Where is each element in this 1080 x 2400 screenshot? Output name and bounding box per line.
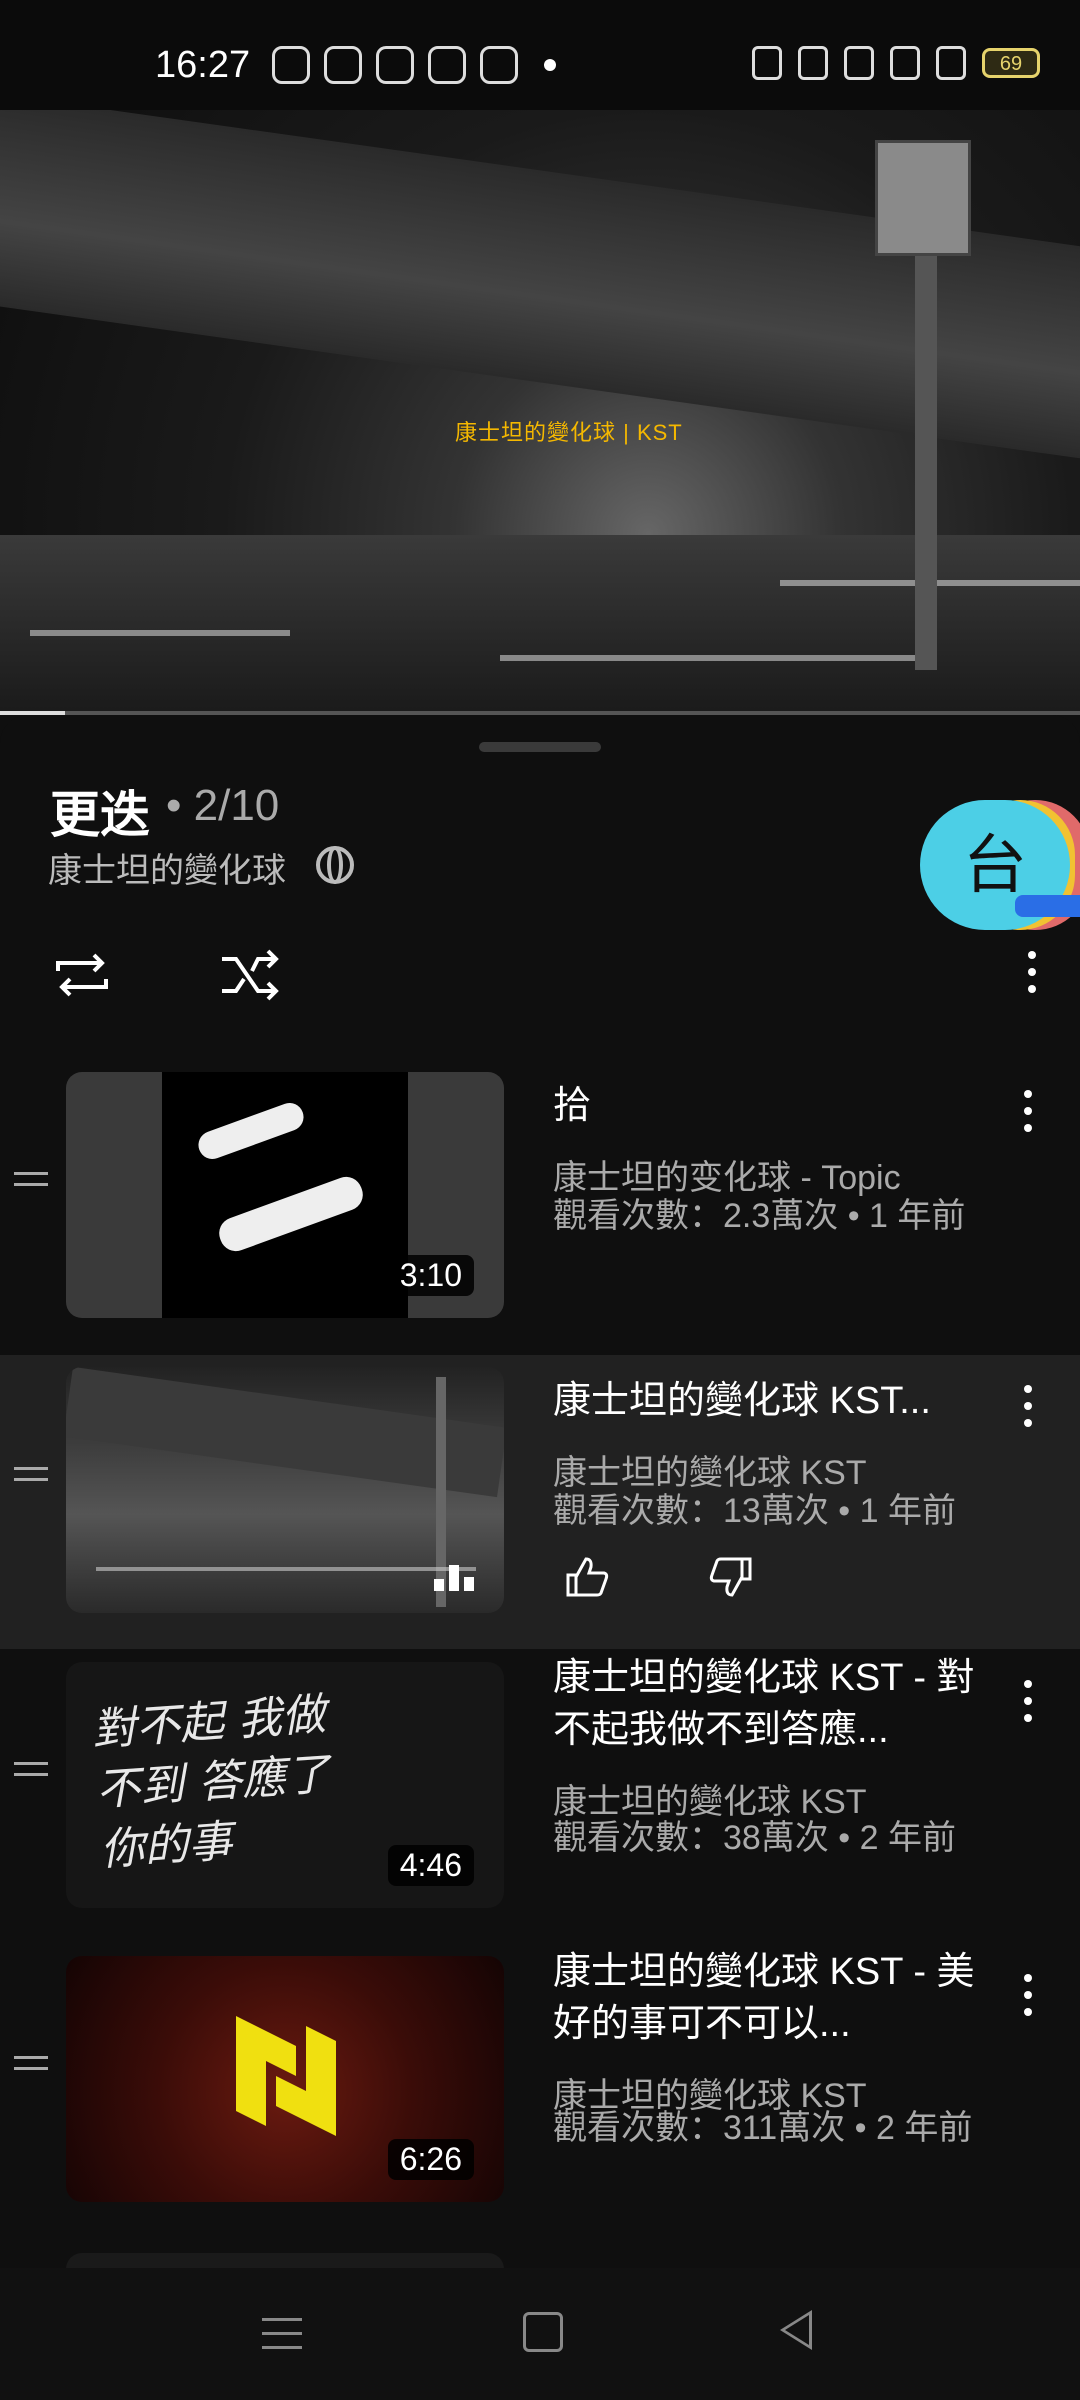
item-more-icon[interactable] bbox=[1020, 1385, 1036, 1435]
drag-handle-icon[interactable] bbox=[14, 2056, 48, 2078]
queue-item[interactable]: 3:10 拾 康士坦的变化球 - Topic 觀看次數：2.3萬次 • 1 年前 bbox=[0, 1060, 1080, 1354]
playlist-more-icon[interactable] bbox=[1024, 951, 1040, 1001]
drag-handle-icon[interactable] bbox=[14, 1467, 48, 1489]
nfc-icon bbox=[752, 46, 782, 80]
video-light-streak bbox=[30, 630, 290, 636]
video-meta: 觀看次數：13萬次 • 1 年前 bbox=[553, 1492, 956, 1530]
missed-call-icon bbox=[324, 46, 362, 84]
item-more-icon[interactable] bbox=[1020, 1680, 1036, 1730]
video-thumbnail[interactable]: 6:26 bbox=[66, 1956, 504, 2202]
status-bar: 16:27 69 bbox=[0, 0, 1080, 110]
thumbnail-handwriting: 對不起 我做不到 答應了你的事 bbox=[90, 1688, 332, 1876]
now-playing-equalizer-icon bbox=[434, 1563, 474, 1591]
video-light-streak bbox=[500, 655, 920, 661]
alarm-icon bbox=[798, 46, 828, 80]
recent-apps-icon[interactable] bbox=[262, 2318, 302, 2360]
queue-item[interactable]: 對不起 我做不到 答應了你的事 4:46 康士坦的變化球 KST - 對不起我做… bbox=[0, 1650, 1080, 1944]
item-more-icon[interactable] bbox=[1020, 1090, 1036, 1140]
thumbnail-streak bbox=[96, 1567, 476, 1571]
home-icon[interactable] bbox=[523, 2312, 563, 2352]
playlist-channel[interactable]: 康士坦的變化球 bbox=[48, 843, 286, 892]
signal-icon bbox=[936, 46, 966, 80]
queue-item-now-playing[interactable]: 康士坦的變化球 KST... 康士坦的變化球 KST 觀看次數：13萬次 • 1… bbox=[0, 1355, 1080, 1649]
repeat-icon[interactable] bbox=[50, 945, 114, 1005]
globe-icon bbox=[316, 846, 354, 884]
video-overlay-sign: 康士坦的變化球 | KST bbox=[455, 420, 683, 445]
clock: 16:27 bbox=[155, 44, 251, 86]
video-thumbnail[interactable] bbox=[66, 1367, 504, 1613]
playlist-position: • 2/10 bbox=[166, 781, 280, 830]
discord-icon bbox=[272, 46, 310, 84]
dislike-icon[interactable] bbox=[708, 1555, 754, 1599]
video-player[interactable]: 康士坦的變化球 | KST bbox=[0, 110, 1080, 715]
shuffle-icon[interactable] bbox=[218, 945, 284, 1005]
video-meta: 觀看次數：311萬次 • 2 年前 bbox=[553, 2109, 973, 2147]
video-title: 康士坦的變化球 KST... bbox=[553, 1380, 931, 1422]
mute-icon bbox=[844, 46, 874, 80]
video-scene-sign-board bbox=[875, 140, 971, 256]
duration-badge: 6:26 bbox=[387, 2139, 474, 2180]
video-thumbnail[interactable]: 3:10 bbox=[66, 1072, 504, 1318]
duration-badge: 4:46 bbox=[387, 1845, 474, 1886]
messenger-icon bbox=[480, 46, 518, 84]
playlist-panel: 更迭 • 2/10 康士坦的變化球 3:10 拾 康士坦的变化球 - Topic… bbox=[0, 715, 1080, 2285]
duration-badge: 3:10 bbox=[387, 1255, 474, 1296]
line-icon bbox=[376, 46, 414, 84]
chat-head-tag bbox=[1015, 895, 1080, 917]
floating-chat-head[interactable]: 台 bbox=[920, 800, 1080, 930]
system-navigation-bar bbox=[0, 2268, 1080, 2400]
system-icons: 69 bbox=[752, 46, 1040, 80]
like-icon[interactable] bbox=[564, 1555, 610, 1599]
back-icon[interactable] bbox=[780, 2310, 812, 2350]
drag-handle-icon[interactable] bbox=[14, 1762, 48, 1784]
battery-indicator: 69 bbox=[982, 48, 1040, 78]
video-title: 拾 bbox=[553, 1085, 592, 1127]
video-meta: 觀看次數：38萬次 • 2 年前 bbox=[553, 1819, 956, 1857]
playlist-title: 更迭 bbox=[50, 787, 150, 843]
video-title: 康士坦的變化球 KST - 美好的事可不可以... bbox=[553, 1951, 975, 2045]
drag-sheet-handle[interactable] bbox=[479, 742, 601, 752]
video-thumbnail[interactable]: 對不起 我做不到 答應了你的事 4:46 bbox=[66, 1662, 504, 1908]
drag-handle-icon[interactable] bbox=[14, 1172, 48, 1194]
kst-logo-icon bbox=[236, 2016, 336, 2136]
more-notifications-dot bbox=[544, 59, 556, 71]
queue-item[interactable]: 6:26 康士坦的變化球 KST - 美好的事可不可以... 康士坦的變化球 K… bbox=[0, 1944, 1080, 2238]
video-title: 康士坦的變化球 KST - 對不起我做不到答應... bbox=[553, 1657, 975, 1751]
instagram-icon bbox=[428, 46, 466, 84]
video-meta: 觀看次數：2.3萬次 • 1 年前 bbox=[553, 1197, 966, 1235]
bluetooth-icon bbox=[890, 46, 920, 80]
notification-icons bbox=[272, 46, 556, 84]
item-more-icon[interactable] bbox=[1020, 1974, 1036, 2024]
